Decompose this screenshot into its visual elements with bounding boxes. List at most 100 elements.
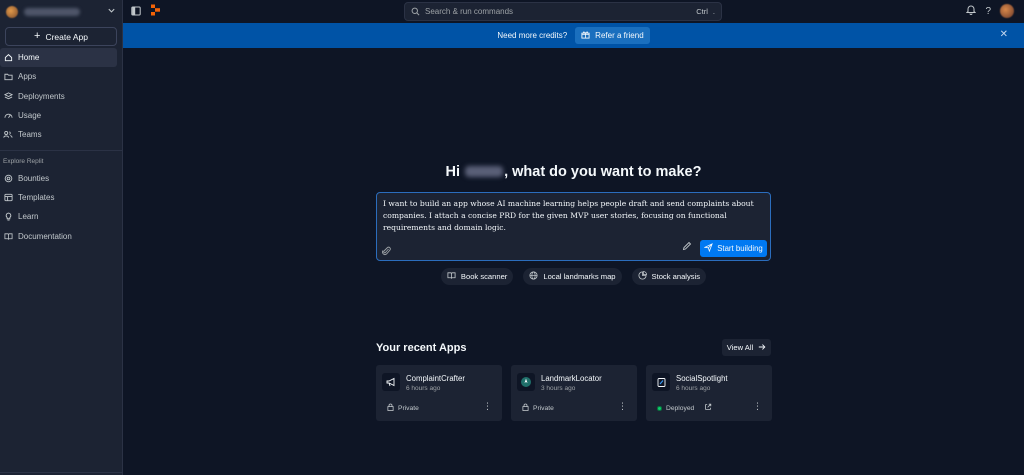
app-card-socialspotlight[interactable]: SocialSpotlight 6 hours ago Deployed ⋮	[646, 365, 772, 421]
chip-book-scanner[interactable]: Book scanner	[440, 268, 514, 285]
spotlight-icon	[652, 373, 670, 391]
sidebar-item-apps[interactable]: Apps	[0, 67, 118, 86]
shortcut-dot: .	[712, 7, 715, 16]
section-heading-explore: Explore Replit	[3, 158, 44, 166]
home-icon	[3, 53, 13, 63]
sidebar-item-label: Teams	[18, 130, 42, 140]
sidebar-item-label: Templates	[18, 192, 55, 202]
app-deployment-status: Deployed	[657, 403, 712, 413]
profile-avatar[interactable]	[1000, 4, 1014, 18]
app-status: Private	[398, 404, 419, 412]
banner-message: Need more credits?	[497, 31, 568, 40]
sidebar-item-label: Deployments	[18, 91, 65, 101]
app-updated-time: 6 hours ago	[406, 385, 441, 392]
command-search-bar[interactable]: Search & run commands Ctrl .	[404, 2, 722, 21]
attach-paperclip-icon[interactable]	[382, 245, 391, 255]
app-updated-time: 3 hours ago	[541, 385, 576, 392]
sidebar-item-usage[interactable]: Usage	[0, 106, 118, 125]
chip-local-landmarks-map[interactable]: Local landmarks map	[523, 268, 622, 285]
greeting-prefix: Hi	[445, 164, 461, 180]
bounties-icon	[3, 173, 13, 183]
chart-icon	[638, 271, 647, 282]
top-bar: Search & run commands Ctrl . ?	[123, 0, 1024, 23]
send-icon	[703, 243, 714, 254]
chip-stock-analysis[interactable]: Stock analysis	[631, 268, 707, 285]
prompt-text[interactable]: I want to build an app whose AI machine …	[383, 198, 761, 234]
recent-apps-heading: Your recent Apps	[376, 342, 467, 354]
app-card-landmarklocator[interactable]: LandmarkLocator 3 hours ago Private ⋮	[511, 365, 637, 421]
create-app-label: Create App	[45, 31, 88, 42]
user-avatar	[6, 5, 18, 18]
sidebar-item-home[interactable]: Home	[0, 48, 117, 68]
app-prompt-input[interactable]: I want to build an app whose AI machine …	[376, 192, 771, 261]
more-options-icon[interactable]: ⋮	[483, 402, 492, 411]
username-redacted	[465, 166, 504, 177]
app-status: Deployed	[666, 404, 695, 412]
more-options-icon[interactable]: ⋮	[753, 402, 762, 411]
suggestion-chips: Book scanner Local landmarks map Stock a…	[376, 268, 771, 285]
recent-apps-list: ComplaintCrafter 6 hours ago Private ⋮ L…	[376, 365, 772, 421]
start-building-button[interactable]: Start building	[700, 240, 767, 257]
app-card-complaintcrafter[interactable]: ComplaintCrafter 6 hours ago Private ⋮	[376, 365, 502, 421]
start-building-label: Start building	[717, 244, 763, 253]
page-greeting: Hi , what do you want to make?	[376, 164, 771, 180]
deployed-status-dot-icon	[657, 405, 662, 411]
credits-banner: Need more credits? Refer a friend ✕	[123, 23, 1024, 48]
sidebar-item-documentation[interactable]: Documentation	[0, 226, 118, 245]
edit-pen-icon[interactable]	[682, 240, 692, 254]
primary-nav: Home Apps Deployments Usage Teams	[0, 48, 122, 144]
chip-label: Local landmarks map	[543, 272, 616, 281]
sidebar-item-label: Documentation	[18, 231, 72, 241]
username-redacted	[24, 7, 80, 16]
sidebar-item-label: Learn	[18, 212, 39, 222]
help-icon[interactable]: ?	[985, 6, 991, 17]
external-link-icon[interactable]	[704, 403, 712, 413]
shortcut-key: Ctrl	[696, 7, 708, 16]
app-name: SocialSpotlight	[676, 374, 728, 383]
create-app-button[interactable]: + Create App	[5, 27, 117, 46]
app-status: Private	[533, 404, 554, 412]
app-visibility: Private	[522, 403, 554, 413]
keyboard-shortcut: Ctrl .	[696, 7, 715, 16]
sidebar-toggle-icon[interactable]	[131, 5, 141, 19]
notifications-bell-icon[interactable]	[966, 4, 977, 18]
teams-icon	[3, 130, 13, 140]
learn-icon	[3, 212, 13, 222]
explore-nav: Bounties Templates Learn Documentation	[0, 168, 122, 245]
sidebar: + Create App Home Apps Deployments Usage…	[0, 0, 123, 475]
sidebar-item-label: Usage	[18, 111, 42, 121]
account-switcher[interactable]	[0, 0, 122, 23]
sidebar-item-label: Bounties	[18, 173, 50, 183]
app-name: ComplaintCrafter	[406, 374, 465, 383]
usage-icon	[3, 111, 13, 121]
refer-friend-button[interactable]: Refer a friend	[575, 27, 650, 44]
book-icon	[447, 271, 456, 282]
close-icon[interactable]: ✕	[1000, 30, 1008, 40]
sidebar-item-bounties[interactable]: Bounties	[0, 168, 118, 187]
app-name: LandmarkLocator	[541, 374, 602, 383]
sidebar-item-templates[interactable]: Templates	[0, 188, 118, 207]
more-options-icon[interactable]: ⋮	[618, 402, 627, 411]
search-icon	[411, 5, 420, 19]
documentation-icon	[3, 231, 13, 241]
search-placeholder: Search & run commands	[425, 7, 514, 16]
view-all-button[interactable]: View All	[722, 339, 771, 356]
sidebar-item-deployments[interactable]: Deployments	[0, 87, 118, 106]
sidebar-item-learn[interactable]: Learn	[0, 207, 118, 226]
plus-icon: +	[34, 30, 41, 42]
view-all-label: View All	[726, 343, 754, 352]
sidebar-item-teams[interactable]: Teams	[0, 125, 118, 144]
greeting-suffix: , what do you want to make?	[504, 164, 702, 180]
templates-icon	[3, 192, 13, 202]
globe-icon	[529, 271, 538, 282]
folder-icon	[3, 72, 13, 82]
sidebar-footer-divider	[0, 472, 123, 473]
lock-icon	[387, 403, 394, 413]
landmark-compass-icon	[517, 373, 535, 391]
app-visibility: Private	[387, 403, 419, 413]
replit-logo-icon[interactable]	[150, 4, 161, 19]
refer-friend-label: Refer a friend	[595, 31, 644, 40]
lock-icon	[522, 403, 529, 413]
chevron-down-icon	[107, 6, 116, 18]
chip-label: Stock analysis	[651, 272, 701, 281]
